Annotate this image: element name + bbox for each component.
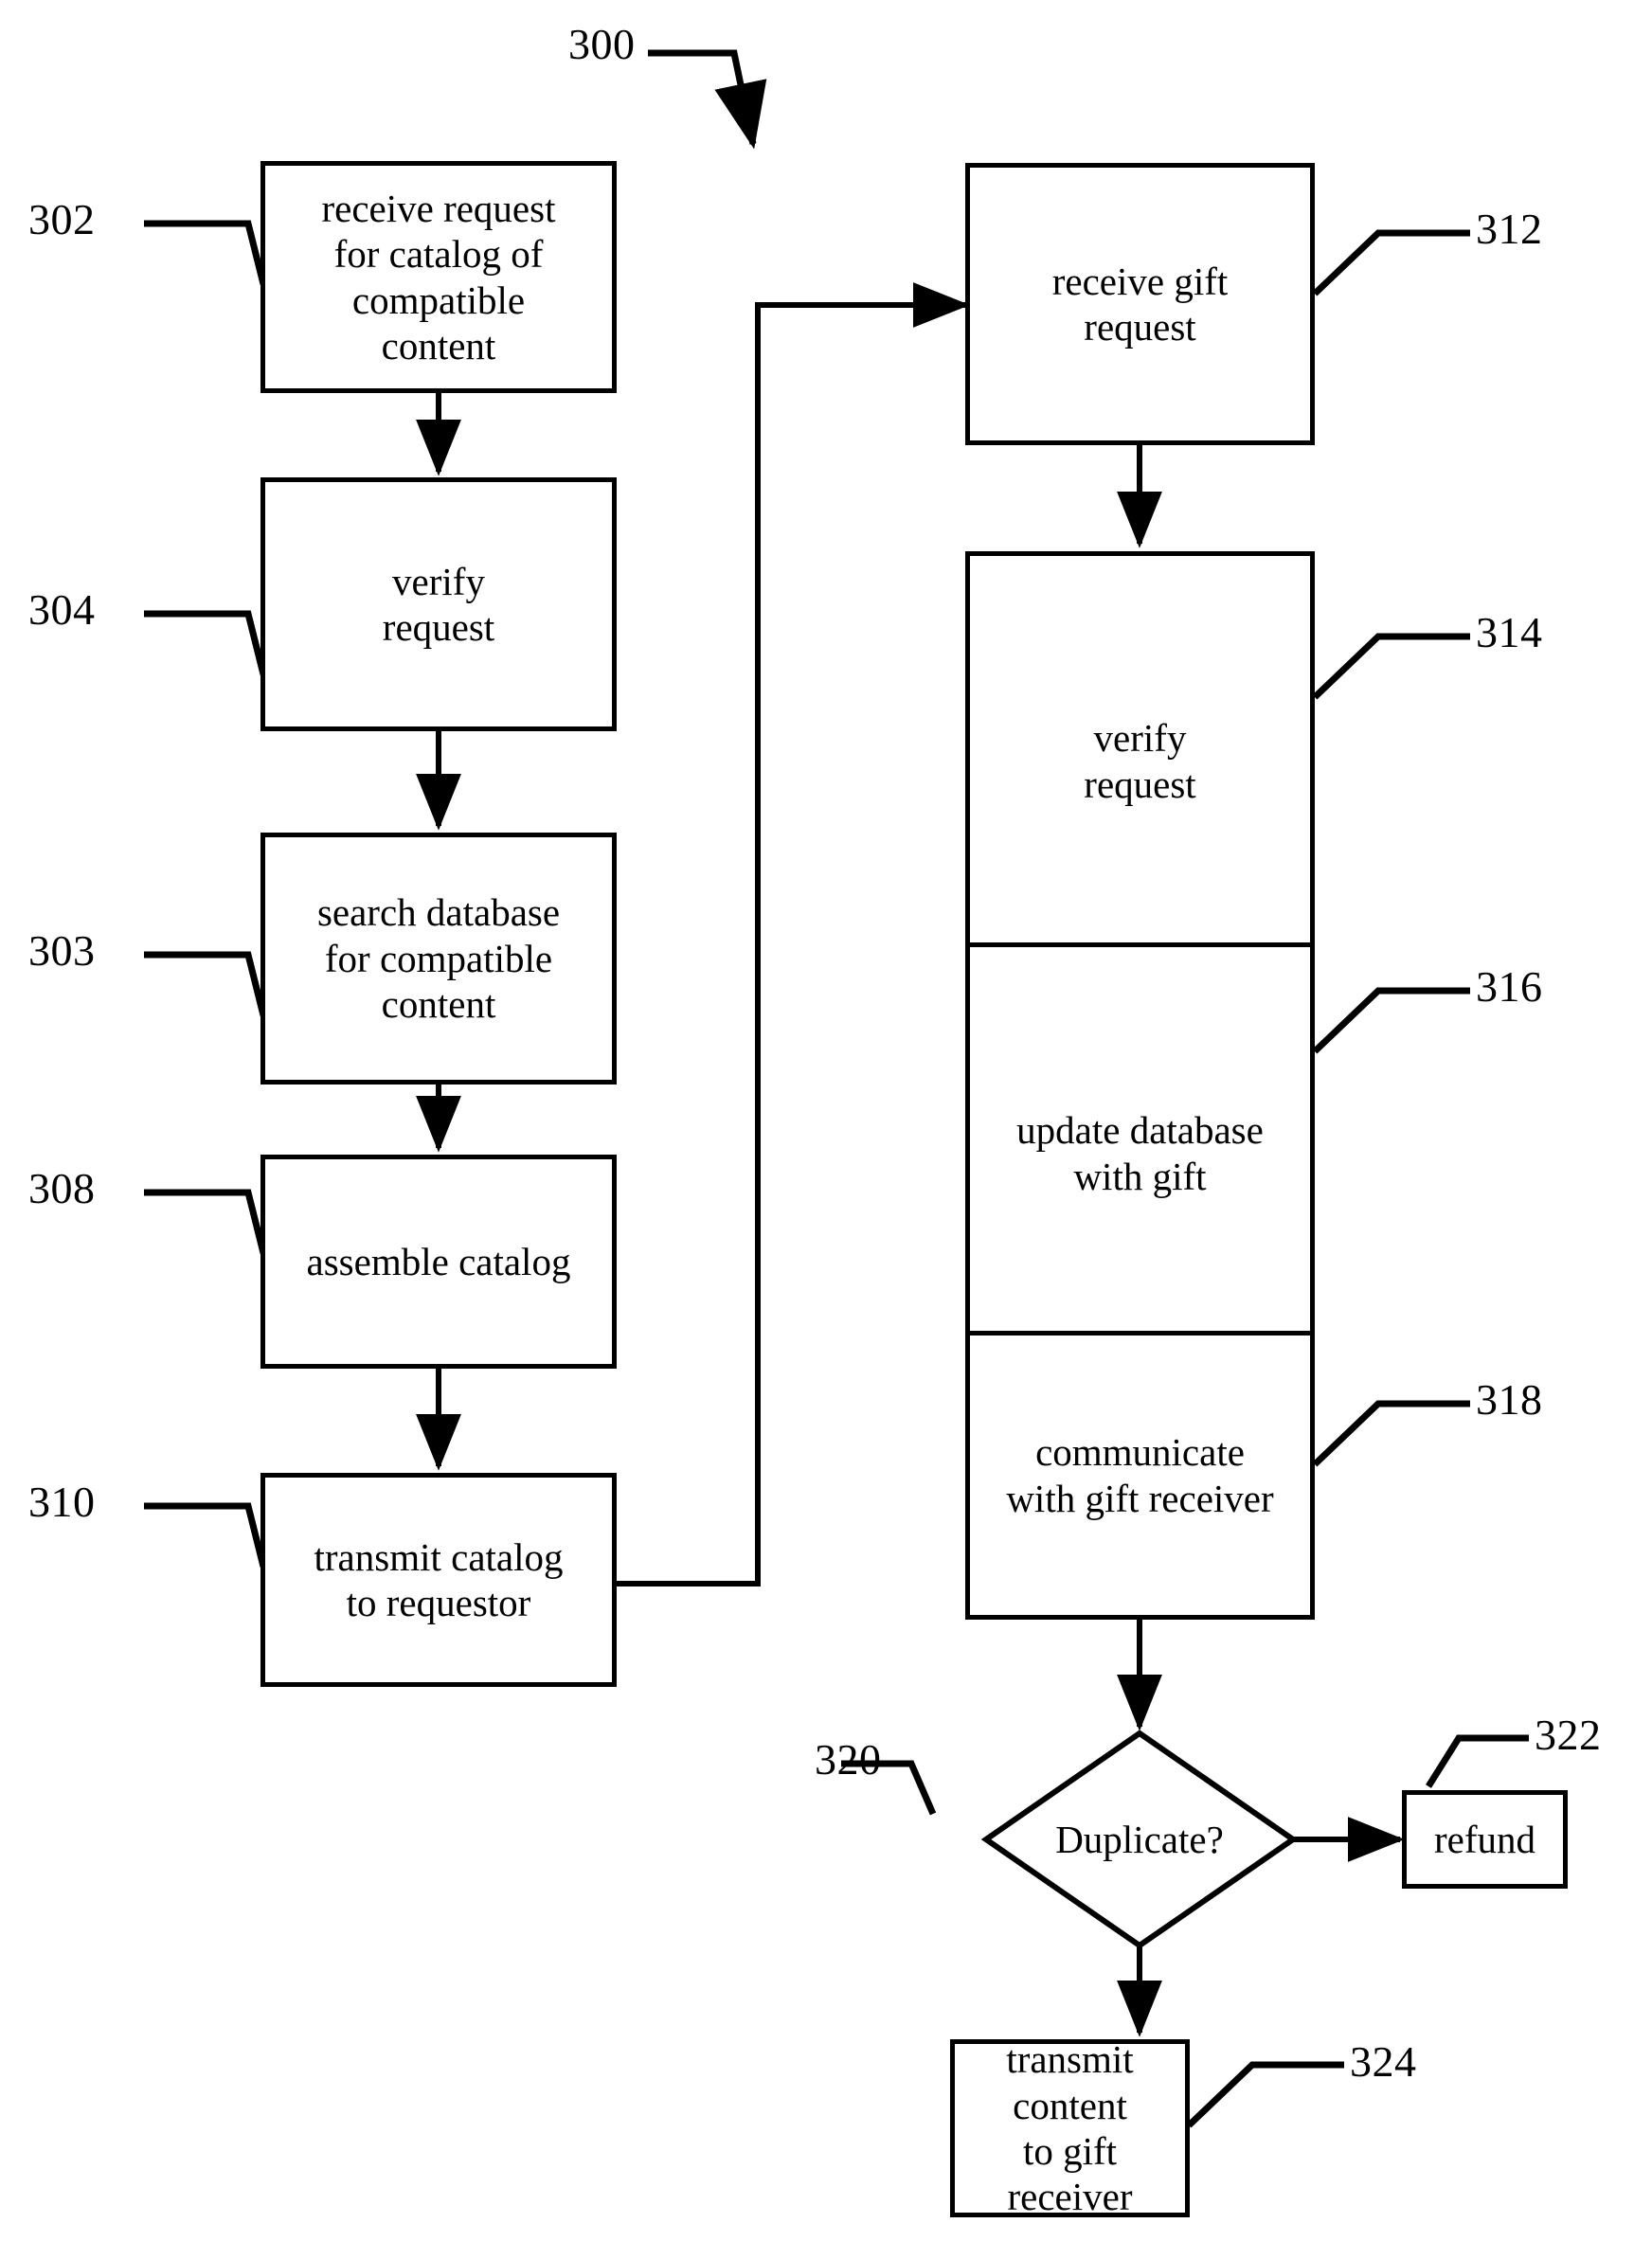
reference-numeral-310: 310 (28, 1478, 96, 1526)
process-box-label: verify request (1084, 716, 1196, 806)
reference-numeral-308: 308 (28, 1164, 96, 1212)
process-box-communicate-with-gift-receiver[interactable]: communicate with gift receiver (965, 1331, 1315, 1620)
leader-308 (144, 1189, 267, 1254)
leader-302 (144, 220, 267, 285)
process-box-label: receive request for catalog of compatibl… (321, 186, 556, 368)
leader-303 (144, 951, 267, 1016)
process-box-label: verify request (382, 559, 495, 649)
process-box-receive-gift-request[interactable]: receive gift request (965, 163, 1315, 445)
decision-duplicate[interactable]: Duplicate? (986, 1733, 1293, 1945)
reference-numeral-302: 302 (28, 195, 96, 243)
process-box-update-database-with-gift[interactable]: update database with gift (965, 942, 1315, 1364)
process-box-label: transmit content to gift receiver (1006, 2037, 1134, 2219)
process-box-verify-request-catalog[interactable]: verify request (260, 477, 617, 731)
leader-316 (1312, 987, 1470, 1054)
process-box-search-database[interactable]: search database for compatible content (260, 833, 617, 1085)
process-box-transmit-catalog-to-requestor[interactable]: transmit catalog to requestor (260, 1473, 617, 1687)
process-box-label: assemble catalog (306, 1239, 571, 1283)
reference-numeral-318: 318 (1476, 1375, 1543, 1424)
process-box-assemble-catalog[interactable]: assemble catalog (260, 1155, 617, 1369)
connector-310-to-312 (617, 282, 970, 1587)
process-box-label: update database with gift (1016, 1108, 1264, 1198)
figure-number-300: 300 (568, 20, 636, 68)
patent-flowchart-figure: 300 receive request for catalog of compa… (0, 0, 1652, 2241)
process-box-label: transmit catalog to requestor (314, 1534, 564, 1624)
reference-numeral-324: 324 (1350, 2037, 1417, 2086)
reference-numeral-320: 320 (815, 1735, 882, 1784)
process-box-label: search database for compatible content (316, 890, 561, 1027)
process-box-label: communicate with gift receiver (1006, 1430, 1274, 1520)
reference-numeral-322: 322 (1535, 1711, 1602, 1759)
connector-lines (144, 49, 1529, 2128)
process-box-label: refund (1433, 1817, 1535, 1861)
leader-310 (144, 1502, 267, 1568)
leader-324 (1186, 2061, 1344, 2128)
reference-numeral-312: 312 (1476, 205, 1543, 253)
reference-numeral-316: 316 (1476, 962, 1543, 1011)
reference-numeral-314: 314 (1476, 608, 1543, 656)
process-box-verify-request-gift[interactable]: verify request (965, 551, 1315, 971)
decision-label: Duplicate? (1055, 1818, 1224, 1861)
process-box-receive-request-for-catalog[interactable]: receive request for catalog of compatibl… (260, 161, 617, 393)
leader-312 (1312, 229, 1470, 296)
process-box-label: receive gift request (1051, 259, 1229, 349)
reference-numeral-304: 304 (28, 585, 96, 634)
figure-number-leader (648, 49, 767, 150)
leader-304 (144, 610, 267, 675)
process-box-refund[interactable]: refund (1402, 1790, 1568, 1889)
leader-314 (1312, 633, 1470, 700)
leader-322 (1426, 1734, 1529, 1788)
reference-numeral-303: 303 (28, 926, 96, 975)
process-box-transmit-content-to-gift-receiver[interactable]: transmit content to gift receiver (950, 2037, 1190, 2219)
leader-318 (1312, 1400, 1470, 1467)
